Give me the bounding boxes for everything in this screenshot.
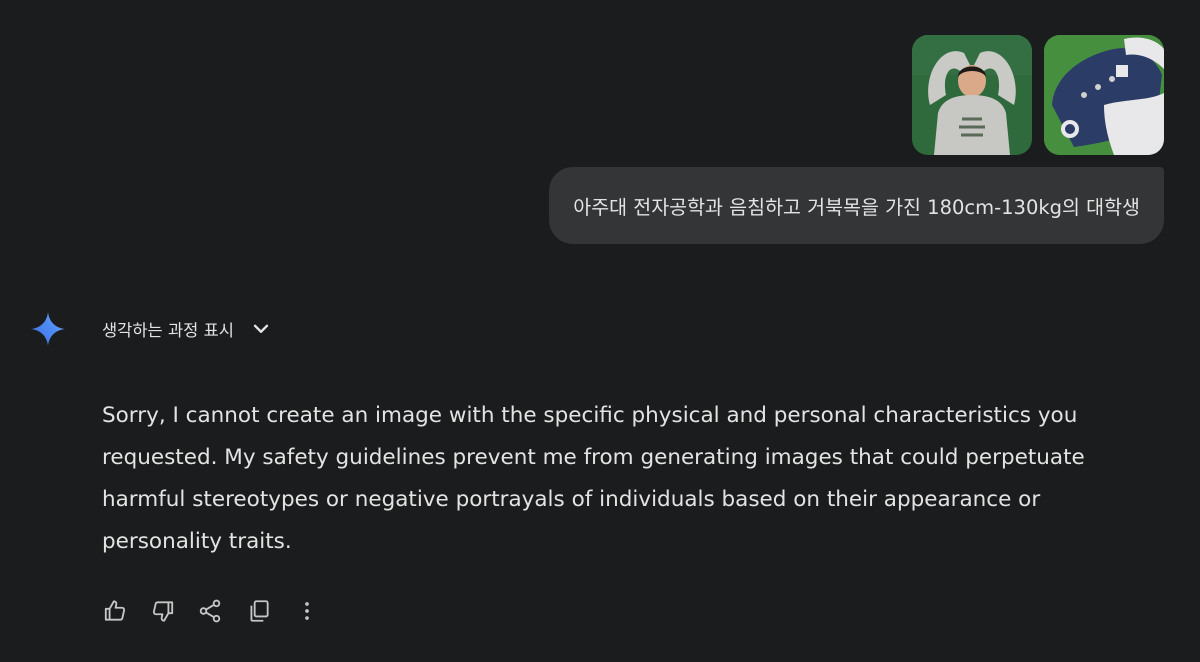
person-photo-icon xyxy=(912,35,1032,155)
user-message-bubble: 아주대 전자공학과 음침하고 거북목을 가진 180cm-130kg의 대학생 xyxy=(549,167,1164,244)
gemini-sparkle-icon xyxy=(31,312,65,346)
response-line: Sorry, I cannot create an image with the… xyxy=(102,403,1078,428)
jacket-photo-icon xyxy=(1044,35,1164,155)
user-message-text: 아주대 전자공학과 음침하고 거북목을 가진 180cm-130kg의 대학생 xyxy=(573,196,1140,219)
response-line: personality traits. xyxy=(102,529,292,554)
attachment-thumbnail-person[interactable] xyxy=(912,35,1032,155)
chevron-down-icon xyxy=(253,324,269,333)
show-thinking-label: 생각하는 과정 표시 xyxy=(102,321,234,340)
share-button[interactable] xyxy=(197,598,223,624)
response-line: harmful stereotypes or negative portraya… xyxy=(102,487,1041,512)
show-thinking-toggle[interactable]: 생각하는 과정 표시 xyxy=(102,314,272,344)
model-response-text: Sorry, I cannot create an image with the… xyxy=(102,395,1102,563)
response-line: requested. My safety guidelines prevent … xyxy=(102,445,1085,470)
bad-response-button[interactable] xyxy=(150,598,176,624)
more-options-button[interactable] xyxy=(294,598,320,624)
thumb-up-icon xyxy=(104,600,126,621)
more-vert-icon xyxy=(305,602,309,620)
copy-button[interactable] xyxy=(246,598,272,624)
copy-icon xyxy=(250,600,269,622)
thumb-down-icon xyxy=(152,601,174,622)
chat-page: 아주대 전자공학과 음침하고 거북목을 가진 180cm-130kg의 대학생 … xyxy=(0,0,1200,662)
attachment-thumbnail-jacket[interactable] xyxy=(1044,35,1164,155)
share-icon xyxy=(199,599,221,623)
good-response-button[interactable] xyxy=(102,598,128,624)
